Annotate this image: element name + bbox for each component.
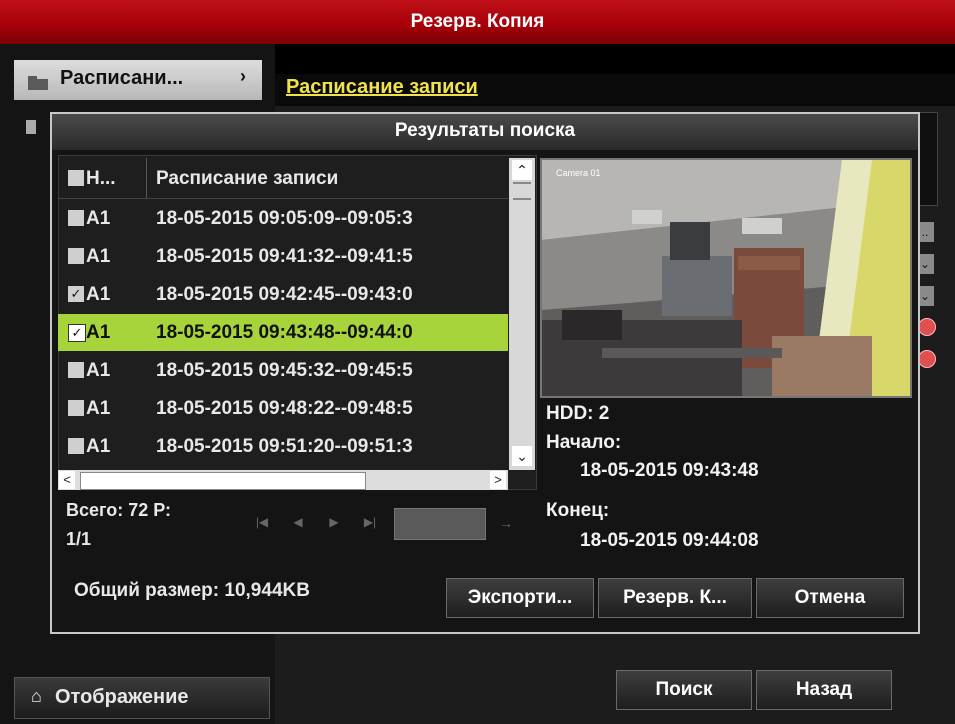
calendar-2-icon[interactable]: [918, 350, 936, 368]
table-header: Н... Расписание записи: [58, 158, 508, 199]
tab-record-schedule[interactable]: Расписание записи: [286, 76, 478, 99]
camera-label: Camera 01: [556, 168, 601, 178]
dialog-title-bar: Результаты поиска: [52, 114, 918, 150]
table-row[interactable]: A1 18-05-2015 09:51:20--09:51:3: [58, 428, 508, 465]
start-value: 18-05-2015 09:43:48: [580, 460, 759, 481]
scroll-down-icon[interactable]: ⌄: [512, 446, 532, 466]
prev-page-icon[interactable]: ◀: [282, 506, 314, 538]
sidebar-item-label: Расписани...: [60, 67, 184, 89]
row-time-range: 18-05-2015 09:43:48--09:44:0: [156, 322, 413, 343]
vertical-scrollbar[interactable]: ⌃ ⌄: [509, 158, 535, 470]
row-checkbox[interactable]: ✓: [68, 324, 86, 342]
page-input[interactable]: [394, 508, 486, 540]
last-page-icon[interactable]: ▶|: [354, 506, 386, 538]
row-checkbox[interactable]: [68, 438, 84, 454]
back-button[interactable]: Назад: [756, 670, 892, 710]
row-time-range: 18-05-2015 09:48:22--09:48:5: [156, 398, 413, 419]
first-page-icon[interactable]: |◀: [246, 506, 278, 538]
table-row[interactable]: ✓ A1 18-05-2015 09:43:48--09:44:0: [58, 314, 508, 351]
start-label: Начало:: [546, 432, 622, 453]
row-channel: A1: [86, 322, 111, 343]
title-bar: Резерв. Копия: [0, 0, 955, 44]
horizontal-scrollbar[interactable]: < >: [58, 470, 508, 490]
go-arrow-icon[interactable]: →: [486, 508, 526, 538]
row-time-range: 18-05-2015 09:45:32--09:45:5: [156, 360, 413, 381]
table-row[interactable]: A1 18-05-2015 09:41:32--09:41:5: [58, 238, 508, 275]
table-row[interactable]: A1 18-05-2015 09:45:32--09:45:5: [58, 352, 508, 389]
scroll-left-icon[interactable]: <: [59, 471, 75, 489]
row-checkbox[interactable]: [68, 248, 84, 264]
scroll-thumb-horizontal[interactable]: [80, 472, 366, 490]
row-time-range: 18-05-2015 09:05:09--09:05:3: [156, 208, 413, 229]
row-channel: A1: [86, 208, 111, 229]
video-preview: Camera 01: [540, 158, 912, 398]
row-channel: A1: [86, 360, 111, 381]
search-button[interactable]: Поиск: [616, 670, 752, 710]
hdd-info: HDD: 2: [546, 403, 610, 424]
row-checkbox[interactable]: ✓: [68, 286, 84, 302]
row-checkbox[interactable]: [68, 400, 84, 416]
total-size: Общий размер: 10,944KB: [74, 580, 310, 601]
column-header-time[interactable]: Расписание записи: [156, 168, 338, 190]
table-row[interactable]: A1 18-05-2015 09:48:22--09:48:5: [58, 390, 508, 427]
page-number: 1/1: [66, 529, 92, 549]
row-time-range: 18-05-2015 09:51:20--09:51:3: [156, 436, 413, 457]
folder-icon: [28, 73, 48, 96]
row-channel: A1: [86, 246, 111, 267]
row-time-range: 18-05-2015 09:41:32--09:41:5: [156, 246, 413, 267]
row-channel: A1: [86, 436, 111, 457]
scroll-thumb[interactable]: [513, 182, 531, 200]
next-page-icon[interactable]: ▶: [318, 506, 350, 538]
end-value: 18-05-2015 09:44:08: [580, 530, 759, 551]
row-channel: A1: [86, 398, 111, 419]
chevron-right-icon: ›: [240, 66, 246, 86]
row-channel: A1: [86, 284, 111, 305]
live-view-button[interactable]: ⌂ Отображение: [14, 677, 270, 719]
live-view-label: Отображение: [55, 686, 189, 708]
export-button[interactable]: Экспорти...: [446, 578, 594, 618]
home-icon: ⌂: [31, 686, 42, 706]
table-row[interactable]: A1 18-05-2015 09:05:09--09:05:3: [58, 200, 508, 237]
table-row[interactable]: ✓ A1 18-05-2015 09:42:45--09:43:0: [58, 276, 508, 313]
scroll-up-icon[interactable]: ⌃: [512, 160, 532, 180]
total-count: Всего: 72 Р:: [66, 500, 172, 520]
row-time-range: 18-05-2015 09:42:45--09:43:0: [156, 284, 413, 305]
column-header-channel[interactable]: Н...: [86, 168, 116, 190]
backup-button[interactable]: Резерв. К...: [598, 578, 752, 618]
select-all-checkbox[interactable]: [68, 170, 84, 186]
window-title: Резерв. Копия: [410, 11, 545, 32]
scroll-right-icon[interactable]: >: [490, 471, 506, 489]
end-label: Конец:: [546, 500, 610, 521]
cancel-button[interactable]: Отмена: [756, 578, 904, 618]
row-checkbox[interactable]: [68, 210, 84, 226]
dialog-title: Результаты поиска: [394, 120, 576, 141]
calendar-1-icon[interactable]: [918, 318, 936, 336]
sidebar-item-schedule[interactable]: Расписани... ›: [14, 60, 262, 100]
usb-icon: [26, 120, 36, 134]
row-checkbox[interactable]: [68, 362, 84, 378]
